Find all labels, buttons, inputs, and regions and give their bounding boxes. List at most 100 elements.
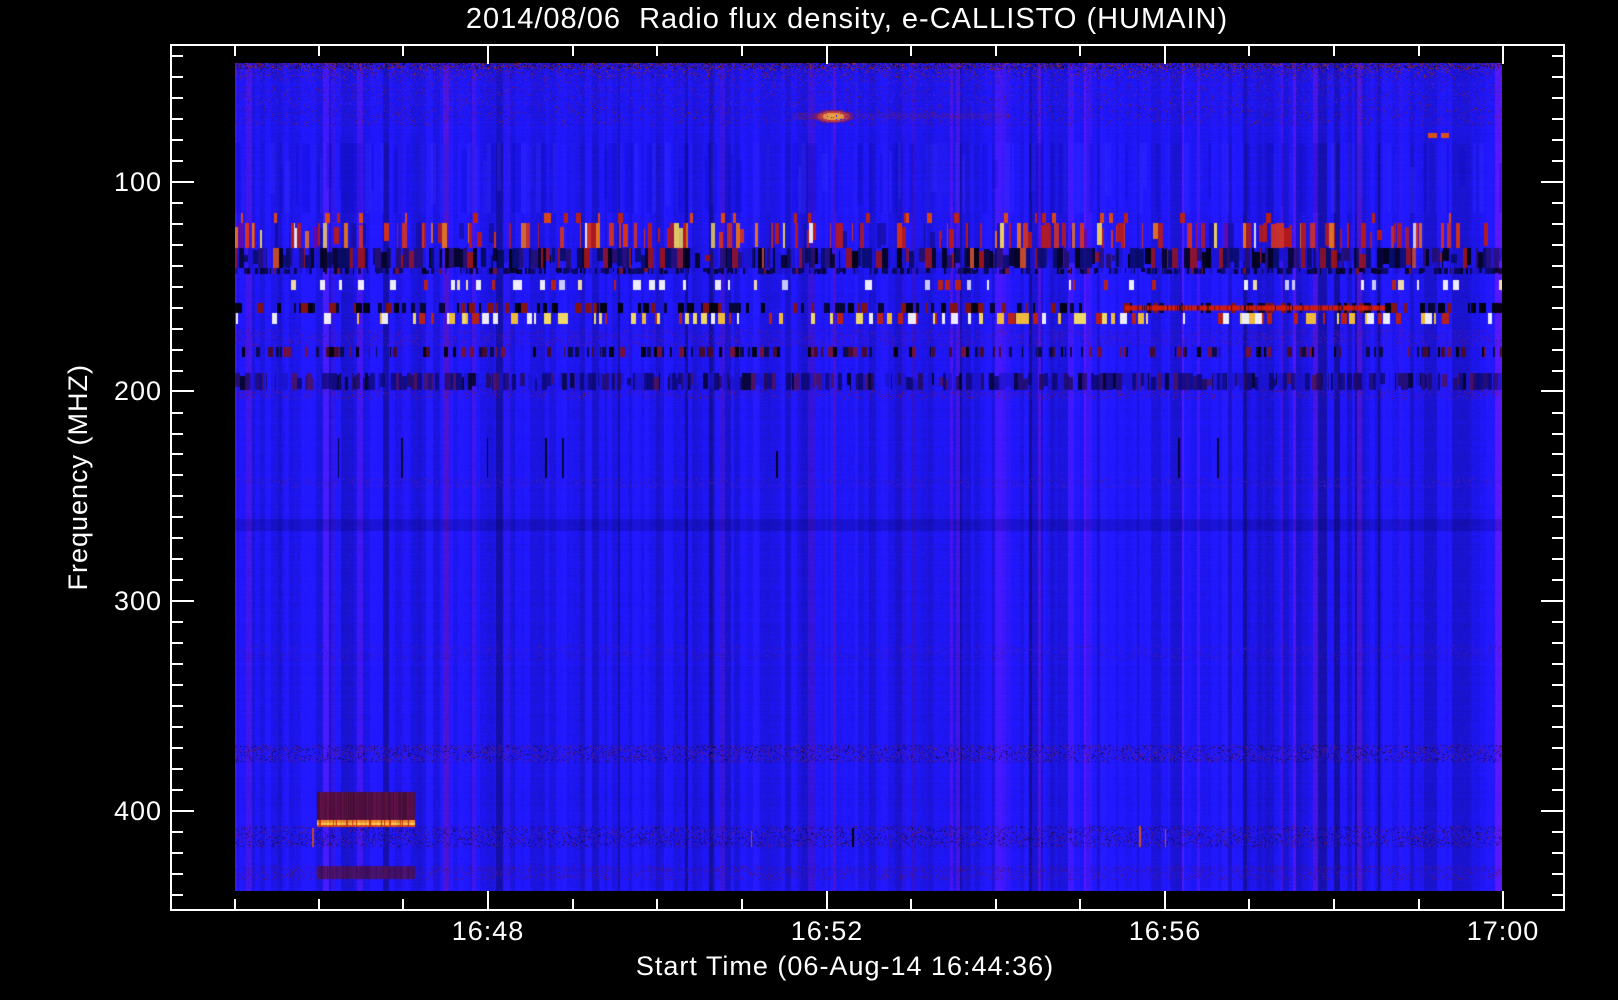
y-axis-minor-tick [172, 202, 183, 204]
y-axis-minor-tick [1552, 621, 1563, 623]
plot-frame [170, 44, 1565, 911]
x-axis-minor-tick [741, 899, 743, 909]
y-axis-minor-tick [172, 55, 183, 57]
y-axis-minor-tick [172, 453, 183, 455]
y-axis-major-tick [172, 390, 194, 392]
y-axis-minor-tick [172, 663, 183, 665]
y-axis-minor-tick [172, 852, 183, 854]
y-axis-minor-tick [172, 160, 183, 162]
y-axis-minor-tick [1552, 537, 1563, 539]
y-axis-minor-tick [172, 307, 183, 309]
y-tick-label: 100 [113, 167, 162, 197]
chart-title: 2014/08/06 Radio flux density, e-CALLIST… [465, 3, 1229, 35]
x-axis-minor-tick [318, 46, 320, 56]
x-axis-major-tick [487, 891, 489, 909]
y-axis-minor-tick [172, 894, 183, 896]
x-axis-minor-tick [910, 899, 912, 909]
y-axis-major-tick [1541, 390, 1563, 392]
y-axis-minor-tick [1552, 831, 1563, 833]
y-axis-minor-tick [1552, 684, 1563, 686]
x-axis-minor-tick [572, 899, 574, 909]
spectrogram-page: 2014/08/06 Radio flux density, e-CALLIST… [0, 0, 1618, 1000]
y-axis-minor-tick [1552, 328, 1563, 330]
x-axis-major-tick [826, 46, 828, 64]
y-axis-minor-tick [172, 495, 183, 497]
y-axis-minor-tick [1552, 747, 1563, 749]
y-axis-minor-tick [1552, 852, 1563, 854]
y-axis-minor-tick [172, 76, 183, 78]
y-axis-minor-tick [1552, 370, 1563, 372]
y-axis-minor-tick [172, 684, 183, 686]
x-axis-minor-tick [656, 46, 658, 56]
x-tick-label: 16:52 [790, 916, 864, 946]
y-axis-minor-tick [172, 726, 183, 728]
y-axis-minor-tick [172, 286, 183, 288]
y-axis-minor-tick [172, 768, 183, 770]
y-axis-minor-tick [1552, 286, 1563, 288]
y-axis-minor-tick [1552, 705, 1563, 707]
y-axis-minor-tick [172, 412, 183, 414]
y-axis-minor-tick [172, 537, 183, 539]
x-axis-minor-tick [910, 46, 912, 56]
y-axis-minor-tick [1552, 202, 1563, 204]
y-axis-minor-tick [1552, 97, 1563, 99]
y-axis-minor-tick [1552, 894, 1563, 896]
y-axis-minor-tick [172, 873, 183, 875]
y-axis-minor-tick [1552, 558, 1563, 560]
y-axis-minor-tick [172, 265, 183, 267]
x-axis-major-tick [487, 46, 489, 64]
y-axis-minor-tick [172, 474, 183, 476]
x-tick-label: 17:00 [1466, 916, 1540, 946]
x-tick-label: 16:48 [451, 916, 525, 946]
y-axis-minor-tick [1552, 726, 1563, 728]
x-axis-minor-tick [234, 46, 236, 56]
y-axis-minor-tick [172, 349, 183, 351]
x-axis-minor-tick [995, 46, 997, 56]
y-axis-major-tick [172, 810, 194, 812]
y-axis-minor-tick [1552, 663, 1563, 665]
y-axis-minor-tick [1552, 495, 1563, 497]
y-axis-minor-tick [1552, 265, 1563, 267]
y-axis-minor-tick [172, 328, 183, 330]
y-axis-major-tick [172, 600, 194, 602]
x-axis-minor-tick [656, 899, 658, 909]
y-axis-minor-tick [172, 558, 183, 560]
y-axis-minor-tick [1552, 139, 1563, 141]
x-tick-label: 16:56 [1128, 916, 1202, 946]
y-axis-minor-tick [1552, 412, 1563, 414]
x-axis-minor-tick [995, 899, 997, 909]
y-axis-minor-tick [1552, 55, 1563, 57]
y-axis-minor-tick [1552, 433, 1563, 435]
y-axis-minor-tick [172, 579, 183, 581]
y-axis-minor-tick [172, 370, 183, 372]
y-axis-minor-tick [172, 139, 183, 141]
y-tick-label: 400 [113, 796, 162, 826]
y-axis-minor-tick [1552, 579, 1563, 581]
y-axis-minor-tick [1552, 76, 1563, 78]
y-axis-minor-tick [1552, 160, 1563, 162]
y-axis-minor-tick [1552, 768, 1563, 770]
x-axis-minor-tick [234, 899, 236, 909]
x-axis-minor-tick [572, 46, 574, 56]
y-axis-major-tick [172, 181, 194, 183]
x-axis-minor-tick [1248, 46, 1250, 56]
y-axis-minor-tick [172, 223, 183, 225]
y-axis-minor-tick [1552, 474, 1563, 476]
y-axis-minor-tick [172, 433, 183, 435]
y-axis-minor-tick [1552, 516, 1563, 518]
y-axis-major-tick [1541, 810, 1563, 812]
y-axis-minor-tick [172, 118, 183, 120]
x-axis-major-tick [1164, 46, 1166, 64]
x-axis-minor-tick [1333, 899, 1335, 909]
x-axis-title: Start Time (06-Aug-14 16:44:36) [635, 951, 1055, 981]
x-axis-minor-tick [318, 899, 320, 909]
x-axis-major-tick [1502, 46, 1504, 64]
y-axis-major-tick [1541, 600, 1563, 602]
y-axis-minor-tick [172, 244, 183, 246]
y-axis-minor-tick [1552, 223, 1563, 225]
y-axis-minor-tick [172, 705, 183, 707]
y-axis-minor-tick [1552, 873, 1563, 875]
x-axis-major-tick [1502, 891, 1504, 909]
y-axis-minor-tick [172, 831, 183, 833]
y-axis-minor-tick [172, 97, 183, 99]
